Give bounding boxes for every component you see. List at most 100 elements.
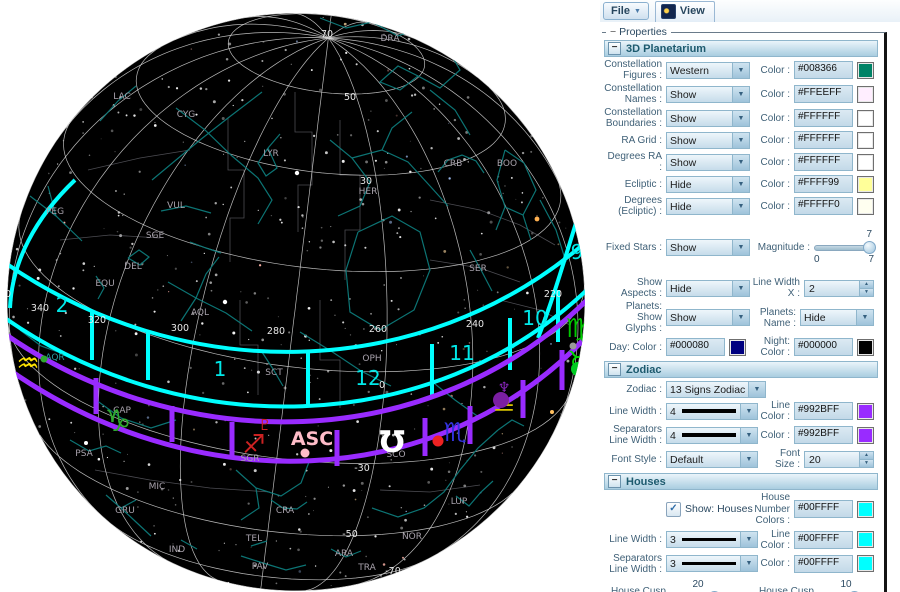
constellation-label: VUL: [167, 201, 185, 211]
day-color-swatch[interactable]: [729, 339, 746, 356]
houses-separator-color-swatch[interactable]: [857, 555, 874, 572]
constellation-label: TEL: [245, 534, 262, 544]
house-number-color-swatch[interactable]: [857, 501, 874, 518]
chevron-down-icon[interactable]: [740, 556, 757, 571]
chevron-down-icon[interactable]: [740, 532, 757, 547]
collapse-icon[interactable]: [608, 475, 621, 488]
chevron-down-icon[interactable]: [856, 310, 873, 325]
chevron-down-icon[interactable]: [740, 428, 757, 443]
chevron-down-icon[interactable]: [732, 133, 749, 148]
zodiac-type-dropdown[interactable]: 13 Signs Zodiac: [666, 381, 766, 398]
magnitude-slider[interactable]: [814, 240, 874, 254]
boundaries-color-input[interactable]: #FFFFFF: [794, 109, 853, 127]
chevron-down-icon[interactable]: [732, 155, 749, 170]
ecliptic-dropdown[interactable]: Hide: [666, 176, 750, 193]
ra-grid-dropdown[interactable]: Show: [666, 132, 750, 149]
spin-down-icon[interactable]: [860, 289, 873, 296]
zodiac-line-width-dropdown[interactable]: 4: [666, 403, 758, 420]
ra-degree-label: 240: [466, 319, 484, 330]
constellation-names-dropdown[interactable]: Show: [666, 86, 750, 103]
row-ecliptic: Ecliptic : Hide Color : #FFFF99: [604, 175, 874, 193]
spin-up-icon[interactable]: [860, 281, 873, 289]
degrees-ecliptic-dropdown[interactable]: Hide: [666, 198, 750, 215]
degrees-ra-dropdown[interactable]: Show: [666, 154, 750, 171]
app-window: 34032030028026024022007050300-30-50-70LA…: [0, 0, 900, 592]
tab-view[interactable]: View: [655, 1, 715, 22]
zodiac-separator-color-input[interactable]: #992BFF: [794, 426, 853, 444]
constellation-label: EQU: [95, 279, 114, 289]
section-header-planetarium[interactable]: 3D Planetarium: [604, 40, 878, 57]
houses-line-color-swatch[interactable]: [857, 531, 874, 548]
section-header-houses[interactable]: Houses: [604, 473, 878, 490]
chevron-down-icon[interactable]: [732, 240, 749, 255]
zodiac-line-color-input[interactable]: #992BFF: [794, 402, 853, 420]
line-width-x-spinner[interactable]: 2: [804, 280, 874, 297]
chevron-down-icon[interactable]: [732, 63, 749, 78]
chevron-down-icon[interactable]: [748, 382, 765, 397]
day-color-input[interactable]: #000080: [666, 338, 725, 356]
ecliptic-color-input[interactable]: #FFFF99: [794, 175, 853, 193]
chevron-down-icon[interactable]: [732, 111, 749, 126]
zodiac-separator-color-swatch[interactable]: [857, 427, 874, 444]
degrees-ecliptic-color-swatch[interactable]: [857, 198, 874, 215]
fixed-stars-dropdown[interactable]: Show: [666, 239, 750, 256]
constellation-label: GRU: [115, 506, 135, 516]
chevron-down-icon[interactable]: [732, 199, 749, 214]
spin-up-icon[interactable]: [860, 452, 873, 460]
line-width-preview: [682, 433, 736, 437]
planet-names-dropdown[interactable]: Hide: [800, 309, 874, 326]
chevron-down-icon[interactable]: [732, 87, 749, 102]
zodiac-separators-width-dropdown[interactable]: 4: [666, 427, 758, 444]
constellation-boundaries-dropdown[interactable]: Show: [666, 110, 750, 127]
houses-separators-width-dropdown[interactable]: 3: [666, 555, 758, 572]
houses-line-color-input[interactable]: #00FFFF: [794, 531, 853, 549]
dec-degree-label: -50: [342, 529, 358, 540]
row-house-cusps: House Cusp Start : 20 -3030 House Cusp E…: [604, 577, 874, 592]
night-color-input[interactable]: #000000: [794, 338, 853, 356]
celestial-sphere[interactable]: 34032030028026024022007050300-30-50-70LA…: [0, 0, 600, 592]
row-zodiac-font: Font Style : Default Font Size : 20: [604, 448, 874, 470]
planet-glyphs-dropdown[interactable]: Show: [666, 309, 750, 326]
degrees-ra-color-swatch[interactable]: [857, 154, 874, 171]
names-color-swatch[interactable]: [857, 86, 874, 103]
ra-grid-color-input[interactable]: #FFFFFF: [794, 131, 853, 149]
constellation-label: COM: [577, 176, 598, 186]
house-number-color-input[interactable]: #00FFFF: [794, 500, 853, 518]
view-icon: [661, 4, 676, 19]
planetarium-view[interactable]: 34032030028026024022007050300-30-50-70LA…: [0, 0, 600, 592]
bright-star: [84, 441, 88, 445]
show-aspects-dropdown[interactable]: Hide: [666, 280, 750, 297]
night-color-swatch[interactable]: [857, 339, 874, 356]
house-number: 11: [449, 341, 474, 365]
collapse-icon[interactable]: [608, 42, 621, 55]
degrees-ra-color-input[interactable]: #FFFFFF: [794, 153, 853, 171]
names-color-input[interactable]: #FFEEFF: [794, 85, 853, 103]
figures-color-swatch[interactable]: [857, 62, 874, 79]
chevron-down-icon[interactable]: [732, 310, 749, 325]
ra-degree-label: 320: [88, 315, 106, 326]
degrees-ecliptic-color-input[interactable]: #FFFFF0: [794, 197, 853, 215]
font-size-spinner[interactable]: 20: [804, 451, 874, 468]
bright-star: [223, 300, 227, 304]
constellation-figures-dropdown[interactable]: Western: [666, 62, 750, 79]
houses-line-width-dropdown[interactable]: 3: [666, 531, 758, 548]
file-menu-button[interactable]: File: [603, 2, 649, 20]
houses-separator-color-input[interactable]: #00FFFF: [794, 555, 853, 573]
zodiac-line-color-swatch[interactable]: [857, 403, 874, 420]
chevron-down-icon[interactable]: [732, 177, 749, 192]
chevron-down-icon[interactable]: [740, 404, 757, 419]
row-show-houses: Show: Houses House Number Colors : #00FF…: [604, 492, 874, 527]
slider-thumb[interactable]: [863, 241, 876, 254]
chevron-down-icon[interactable]: [740, 452, 757, 467]
show-houses-checkbox[interactable]: [666, 502, 681, 517]
font-style-dropdown[interactable]: Default: [666, 451, 758, 468]
boundaries-color-swatch[interactable]: [857, 110, 874, 127]
section-header-zodiac[interactable]: Zodiac: [604, 361, 878, 378]
chevron-down-icon[interactable]: [732, 281, 749, 296]
collapse-icon[interactable]: [608, 363, 621, 376]
spin-down-icon[interactable]: [860, 460, 873, 467]
cusp-end-value: 10: [818, 579, 874, 590]
ra-grid-color-swatch[interactable]: [857, 132, 874, 149]
ecliptic-color-swatch[interactable]: [857, 176, 874, 193]
figures-color-input[interactable]: #008366: [794, 61, 853, 79]
